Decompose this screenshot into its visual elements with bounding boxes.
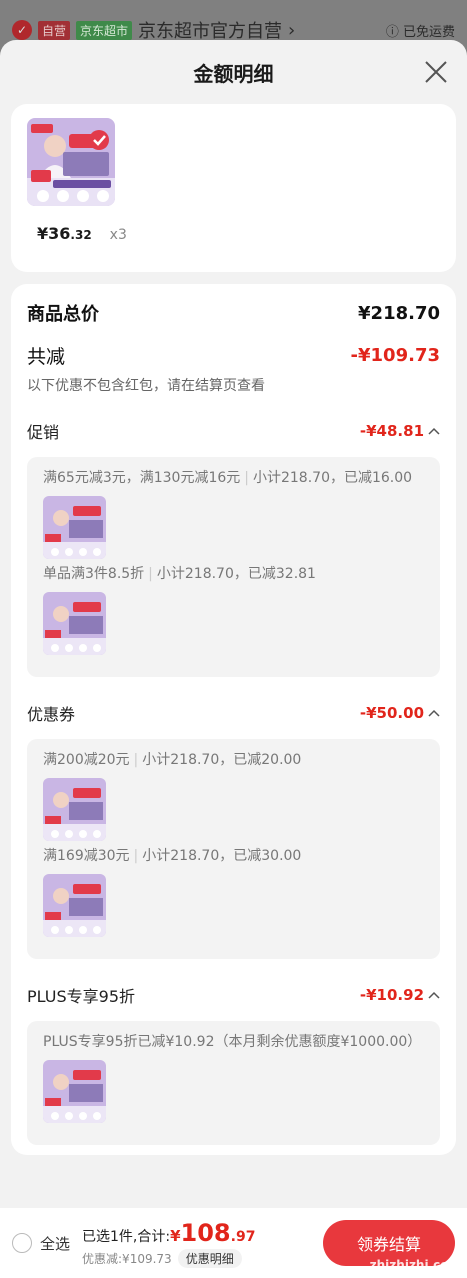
coupon-item: 满169减30元 | 小计218.70，已减30.00 xyxy=(43,848,302,864)
plus-section-header[interactable]: PLUS专享95折 -¥10.92 xyxy=(27,983,440,1007)
product-mini-thumbnail xyxy=(43,496,106,559)
plus-item: PLUS专享95折已减¥10.92（本月剩余优惠额度¥1000.00） xyxy=(43,1034,422,1050)
store-check-icon[interactable]: ✓ xyxy=(12,20,32,40)
product-mini-thumbnail xyxy=(43,778,106,841)
promotion-section-header[interactable]: 促销 -¥48.81 xyxy=(27,419,440,443)
chevron-up-icon xyxy=(428,427,440,435)
total-price-label: 商品总价 xyxy=(27,304,99,325)
total-price-row: 商品总价 ¥218.70 xyxy=(27,300,440,326)
coupon-detail-box: 满200减20元 | 小计218.70，已减20.00 满169减30元 | 小计218… xyxy=(27,739,440,959)
order-summary: 已选1件,合计: ¥108.97 优惠减:¥109.73 优惠明细 xyxy=(82,1219,255,1268)
product-price-row: ¥36.32 x3 xyxy=(27,224,440,243)
shipping-status: ⓘ 已免运费 xyxy=(385,24,455,40)
checkout-bar: 全选 已选1件,合计: ¥108.97 优惠减:¥109.73 优惠明细 领券结… xyxy=(0,1208,467,1278)
plus-label: PLUS专享95折 xyxy=(27,987,135,1006)
product-mini-thumbnail xyxy=(43,1060,106,1123)
reduction-note: 以下优惠不包含红包，请在结算页查看 xyxy=(27,378,265,394)
product-thumbnail[interactable] xyxy=(27,118,115,206)
sheet-header: 金额明细 xyxy=(0,40,467,104)
total-reduction-value: -¥109.73 xyxy=(350,345,440,366)
close-icon[interactable] xyxy=(423,59,449,85)
total-reduction-label: 共减 xyxy=(27,346,66,368)
product-quantity: x3 xyxy=(109,227,127,243)
chevron-up-icon xyxy=(428,709,440,717)
coupon-section-header[interactable]: 优惠券 -¥50.00 xyxy=(27,701,440,725)
promotion-detail-box: 满65元减3元，满130元减16元 | 小计218.70，已减16.00 单品满3件… xyxy=(27,457,440,677)
product-card: ¥36.32 x3 xyxy=(11,104,456,272)
sheet-title: 金额明细 xyxy=(193,61,274,86)
order-total: ¥108.97 xyxy=(170,1218,256,1247)
amount-detail-sheet: 金额明细 ¥36.32 x3 商品总价 ¥218.70 共减 -¥109.73 … xyxy=(0,40,467,1278)
discount-detail-button[interactable]: 优惠明细 xyxy=(177,1248,242,1268)
jd-supermarket-tag: 京东超市 xyxy=(76,20,133,40)
coupon-value: -¥50.00 xyxy=(360,704,440,722)
promotion-label: 促销 xyxy=(27,423,60,442)
app-root: ✓ 自营 京东超市 京东超市官方自营 › ⓘ 已免运费 金额明细 ¥36.32 … xyxy=(0,0,467,1278)
discount-line: 优惠减:¥109.73 优惠明细 xyxy=(82,1248,255,1268)
coupon-item: 满200减20元 | 小计218.70，已减20.00 xyxy=(43,752,302,768)
plus-value: -¥10.92 xyxy=(360,986,440,1004)
amount-detail-card: 商品总价 ¥218.70 共减 -¥109.73 以下优惠不包含红包，请在结算页… xyxy=(11,284,456,1155)
watermark: zhizhizhi.com xyxy=(369,1258,461,1272)
selected-count: 已选1件,合计: xyxy=(82,1228,171,1245)
self-operated-tag: 自营 xyxy=(38,20,71,40)
chevron-right-icon: › xyxy=(288,19,296,41)
total-price-value: ¥218.70 xyxy=(358,302,440,324)
product-price: ¥36.32 xyxy=(37,224,92,243)
promotion-item: 单品满3件8.5折 | 小计218.70，已减32.81 xyxy=(43,566,316,582)
promotion-value: -¥48.81 xyxy=(360,422,440,440)
total-reduction-row: 共减 -¥109.73 xyxy=(27,342,440,369)
plus-detail-box: PLUS专享95折已减¥10.92（本月剩余优惠额度¥1000.00） xyxy=(27,1021,440,1145)
chevron-up-icon xyxy=(428,991,440,999)
promotion-item: 满65元减3元，满130元减16元 | 小计218.70，已减16.00 xyxy=(43,470,413,486)
select-all-radio[interactable] xyxy=(12,1233,32,1253)
selected-total-line: 已选1件,合计: ¥108.97 xyxy=(82,1219,255,1247)
select-all-label[interactable]: 全选 xyxy=(40,1233,70,1254)
coupon-label: 优惠券 xyxy=(27,705,76,724)
product-mini-thumbnail xyxy=(43,592,106,655)
discount-amount: 优惠减:¥109.73 xyxy=(82,1251,172,1266)
product-mini-thumbnail xyxy=(43,874,106,937)
